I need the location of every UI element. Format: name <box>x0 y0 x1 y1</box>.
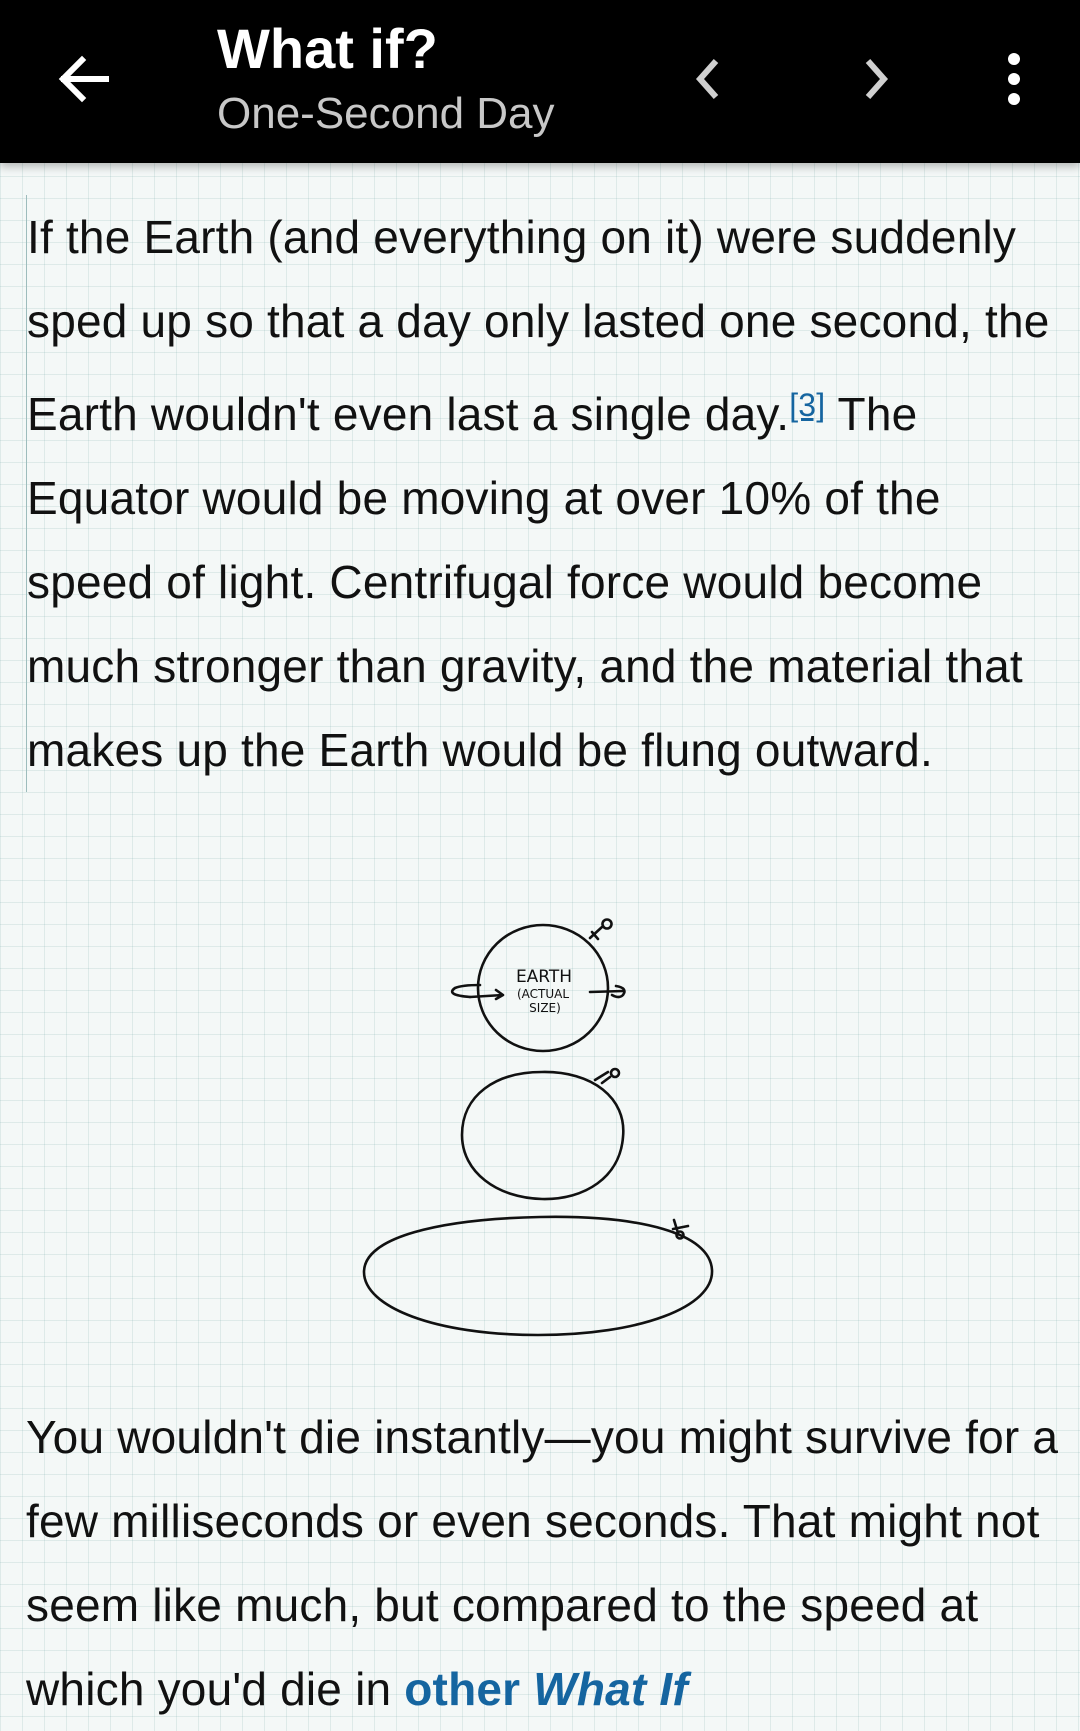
app-title: What if? <box>217 17 438 80</box>
other-what-if-link[interactable]: other What If <box>404 1663 688 1715</box>
figure-label-actual: (ACTUAL <box>517 987 569 1001</box>
article-content: If the Earth (and everything on it) were… <box>26 195 1057 792</box>
next-article-button[interactable] <box>840 43 912 115</box>
figure-label-size: SIZE) <box>529 1001 561 1015</box>
app-bar-titles: What if? One-Second Day <box>217 14 555 144</box>
app-bar: What if? One-Second Day <box>0 0 1080 163</box>
chevron-right-icon <box>865 59 889 99</box>
chevron-left-icon <box>695 59 719 99</box>
article-paragraph: If the Earth (and everything on it) were… <box>27 195 1057 792</box>
article-paragraph-2: You wouldn't die instantly—you might sur… <box>26 1395 1066 1731</box>
footnote-link[interactable]: [3] <box>789 387 825 423</box>
paragraph-text: The Equator would be moving at over 10% … <box>27 388 1023 776</box>
arrow-left-icon <box>58 55 109 103</box>
more-vert-icon <box>1008 53 1020 105</box>
overflow-menu-button[interactable] <box>978 43 1050 115</box>
previous-article-button[interactable] <box>672 43 744 115</box>
earth-spinning-illustration: EARTH (ACTUAL SIZE) <box>362 918 714 1337</box>
figure-label-earth: EARTH <box>516 967 572 987</box>
flattened-earth <box>460 1070 625 1201</box>
article-subtitle: One-Second Day <box>217 89 555 138</box>
very-flattened-earth <box>362 1215 714 1337</box>
back-button[interactable] <box>48 43 120 115</box>
